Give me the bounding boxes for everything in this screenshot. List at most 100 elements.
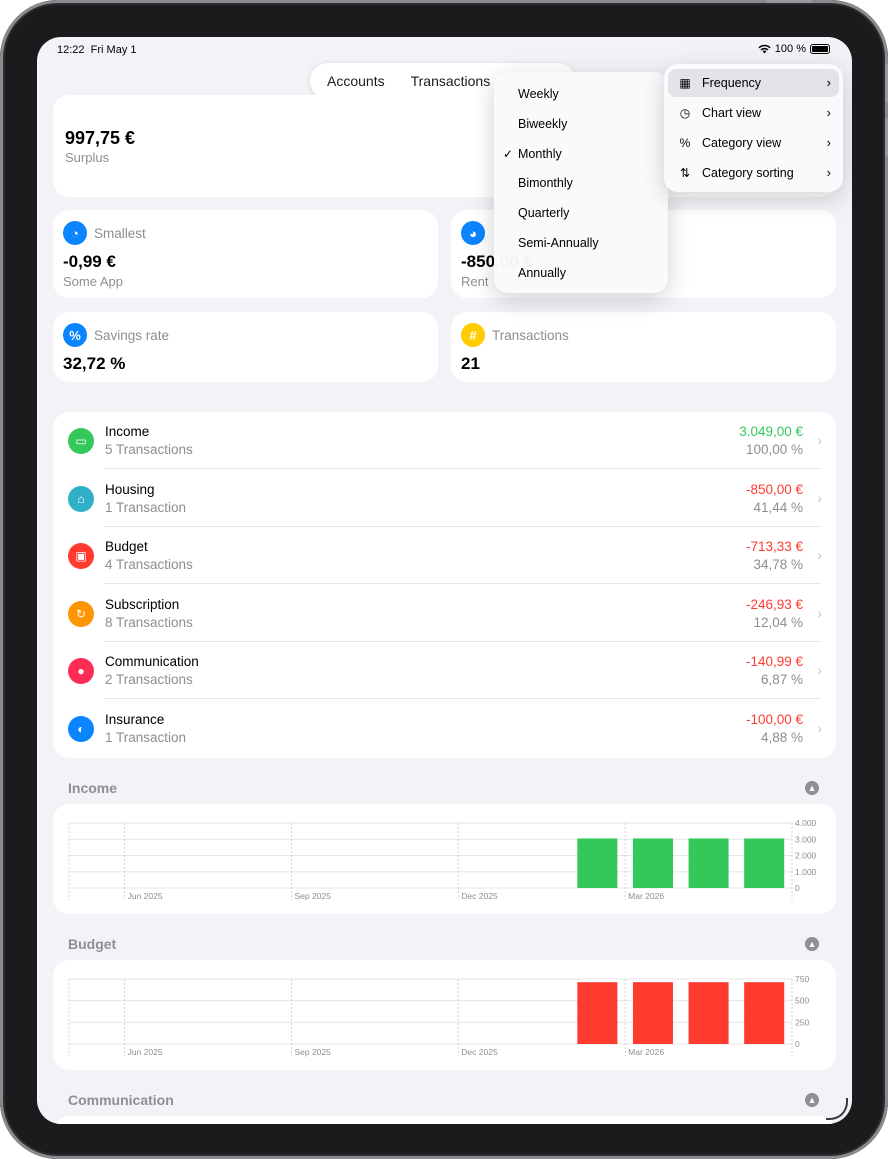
- x-tick-label: Sep 2025: [294, 891, 331, 901]
- scroll-up-icon[interactable]: ▲: [805, 781, 819, 795]
- y-tick-label: 2.000: [795, 851, 817, 861]
- stat-label: Transactions: [492, 327, 569, 343]
- category-row-communication[interactable]: ● Communication 2 Transactions -140,99 €…: [53, 642, 836, 699]
- frequency-option-bimonthly[interactable]: Bimonthly: [518, 176, 573, 190]
- x-tick-label: Dec 2025: [461, 891, 498, 901]
- menu-item-category-sorting[interactable]: ⇅ Category sorting ›: [668, 159, 839, 187]
- chevron-right-icon: ›: [817, 662, 822, 678]
- stat-label: Savings rate: [94, 327, 170, 343]
- ipad-frame: 12:22 Fri May 1 100 % Accounts Transacti…: [0, 0, 888, 1159]
- communication-chart-card: [53, 1116, 836, 1124]
- frequency-submenu: Weekly Biweekly ✓ Monthly Bimonthly Quar…: [494, 72, 668, 293]
- category-row-budget[interactable]: ▣ Budget 4 Transactions -713,33 € 34,78 …: [53, 527, 836, 584]
- chevron-right-icon: ›: [817, 547, 822, 563]
- banknote-icon: ▭: [68, 428, 94, 454]
- chart-bar: [632, 838, 673, 888]
- income-chart: 4.000 3.000 2.000 1.000 0 Jun 2025 Sep 2025 Dec…: [68, 818, 817, 901]
- gauge-icon: ◔: [63, 221, 87, 245]
- frequency-option-annually[interactable]: Annually: [518, 266, 566, 280]
- surplus-value: 997,75 €: [65, 128, 136, 148]
- category-row-housing[interactable]: ⌂ Housing 1 Transaction -850,00 € 41,44 …: [53, 470, 836, 527]
- section-title-communication: Communication: [68, 1092, 174, 1108]
- chevron-right-icon: ›: [826, 135, 831, 150]
- chart-bar: [744, 982, 785, 1044]
- stat-card-smallest[interactable]: ◔ Smallest -0,99 € Some App: [53, 210, 438, 298]
- x-tick-label: Sep 2025: [294, 1047, 331, 1057]
- y-tick-label: 0: [795, 883, 800, 893]
- income-chart-card: 4.000 3.000 2.000 1.000 0 Jun 2025 Sep 2025 Dec…: [53, 804, 836, 914]
- chevron-right-icon: ›: [826, 165, 831, 180]
- percent-icon: %: [679, 136, 691, 150]
- percent-icon: %: [63, 323, 87, 347]
- chart-bar: [688, 982, 729, 1044]
- tab-accounts[interactable]: Accounts: [327, 73, 385, 89]
- category-row-income[interactable]: ▭ Income 5 Transactions 3.049,00 € 100,0…: [53, 412, 836, 469]
- category-row-subscription[interactable]: ↻ Subscription 8 Transactions -246,93 € …: [53, 585, 836, 642]
- chevron-right-icon: ›: [826, 105, 831, 120]
- battery-percent: 100 %: [774, 43, 806, 55]
- surplus-label: Surplus: [65, 150, 110, 165]
- frequency-option-weekly[interactable]: Weekly: [518, 87, 559, 101]
- wifi-icon: [758, 44, 771, 54]
- menu-item-chart-view[interactable]: ◷ Chart view ›: [668, 99, 839, 127]
- budget-chart: 750 500 250 0 Jun 2025 Sep 2025 Dec 2025 Mar 20…: [68, 974, 809, 1057]
- top-button: [766, 0, 812, 3]
- pie-chart-icon: ◷: [679, 106, 691, 120]
- battery-icon: [810, 44, 830, 54]
- chart-bar: [577, 838, 618, 888]
- y-tick-label: 3.000: [795, 834, 817, 844]
- stat-card-savings-rate[interactable]: % Savings rate 32,72 %: [53, 312, 438, 382]
- frequency-option-monthly[interactable]: Monthly: [518, 147, 562, 161]
- hash-icon: #: [461, 323, 485, 347]
- house-icon: ⌂: [68, 485, 94, 512]
- menu-item-category-view[interactable]: % Category view ›: [668, 129, 839, 157]
- y-tick-label: 0: [795, 1039, 800, 1049]
- y-tick-label: 500: [795, 996, 809, 1006]
- chart-bar: [744, 838, 785, 888]
- stat-value: 21: [461, 354, 480, 373]
- budget-chart-card: 750 500 250 0 Jun 2025 Sep 2025 Dec 2025 Mar 20…: [53, 960, 836, 1070]
- screen: 12:22 Fri May 1 100 % Accounts Transacti…: [37, 37, 852, 1124]
- menu-item-frequency[interactable]: ▦ Frequency ›: [668, 69, 839, 97]
- chart-bar: [688, 838, 729, 888]
- chevron-right-icon: ›: [817, 432, 822, 448]
- y-tick-label: 1.000: [795, 867, 817, 877]
- frequency-option-biweekly[interactable]: Biweekly: [518, 117, 567, 131]
- recurring-icon: ↻: [68, 600, 94, 627]
- section-title-budget: Budget: [68, 936, 117, 952]
- section-title-income: Income: [68, 780, 118, 796]
- wallet-icon: ▣: [68, 543, 94, 569]
- status-time: 12:22 Fri May 1: [57, 44, 137, 56]
- x-tick-label: Dec 2025: [461, 1047, 498, 1057]
- stat-value: -0,99 €: [63, 252, 116, 271]
- chevron-right-icon: ›: [817, 489, 822, 506]
- x-tick-label: Jun 2025: [128, 1047, 163, 1057]
- x-tick-label: Jun 2025: [128, 891, 163, 901]
- shield-icon: ◐: [68, 715, 94, 742]
- y-tick-label: 750: [795, 974, 809, 984]
- x-tick-label: Mar 2026: [628, 891, 664, 901]
- message-icon: ●: [68, 658, 94, 684]
- status-bar: 12:22 Fri May 1 100 %: [37, 37, 852, 63]
- stat-value: 32,72 %: [63, 354, 126, 373]
- category-row-insurance[interactable]: ◐ Insurance 1 Transaction -100,00 € 4,88…: [53, 700, 836, 757]
- chevron-right-icon: ›: [817, 719, 822, 736]
- options-menu: ▦ Frequency › ◷ Chart view › % Category …: [664, 64, 843, 192]
- resize-corner-indicator[interactable]: [826, 1098, 848, 1120]
- scroll-up-icon[interactable]: ▲: [805, 1093, 819, 1107]
- tab-transactions[interactable]: Transactions: [411, 73, 491, 89]
- frequency-option-quarterly[interactable]: Quarterly: [518, 206, 569, 220]
- x-tick-label: Mar 2026: [628, 1047, 664, 1057]
- stat-sub: Some App: [63, 274, 123, 289]
- sort-icon: ⇅: [679, 166, 691, 180]
- stat-card-transactions[interactable]: # Transactions 21: [451, 312, 836, 382]
- category-list: ▭ Income 5 Transactions 3.049,00 € 100,0…: [53, 412, 836, 758]
- stat-label: Smallest: [94, 225, 146, 241]
- scroll-up-icon[interactable]: ▲: [805, 937, 819, 951]
- checkmark-icon: ✓: [503, 147, 514, 161]
- calendar-icon: ▦: [679, 76, 691, 90]
- chart-bar: [577, 982, 618, 1044]
- chevron-right-icon: ›: [817, 604, 822, 621]
- status-right: 100 %: [758, 43, 830, 55]
- frequency-option-semi-annually[interactable]: Semi-Annually: [518, 236, 599, 250]
